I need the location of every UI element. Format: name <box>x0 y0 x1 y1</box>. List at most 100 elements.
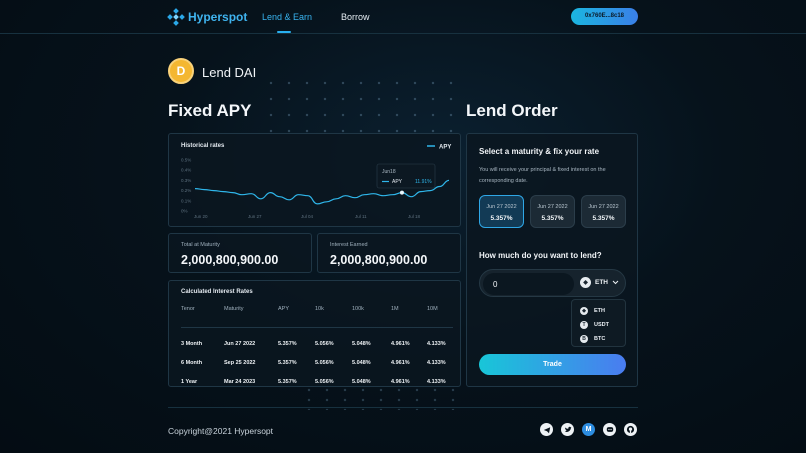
legend-label-apy: APY <box>439 145 451 151</box>
medium-icon[interactable]: M <box>582 423 595 436</box>
nav-borrow[interactable]: Borrow <box>341 12 370 22</box>
active-nav-indicator <box>277 31 291 33</box>
tooltip-value: 11.91% <box>415 179 432 185</box>
cell: 5.048% <box>352 378 371 385</box>
maturity-rate: 5.357% <box>490 215 513 222</box>
x-tick-label: Jul 04 <box>301 214 314 219</box>
coin-option-eth[interactable]: ◆ ETH <box>580 307 605 315</box>
cell: 4.961% <box>391 340 410 347</box>
table-row: 1 Year Mar 24 2023 5.357% 5.056% 5.048% … <box>181 372 453 391</box>
selected-coin: ETH <box>595 279 608 286</box>
calculated-interest-rates-card: Calculated Interest Rates Tenor Maturity… <box>168 280 461 387</box>
x-tick-label: Jun 27 <box>248 214 262 219</box>
coin-option-label: BTC <box>594 336 606 342</box>
tooltip-label: APY <box>392 179 403 185</box>
y-axis-ticks: 0.5% 0.4% 0.3% 0.2% 0.1% 0% <box>181 158 191 214</box>
telegram-icon[interactable] <box>540 423 553 436</box>
amount-field-wrapper: ◆ ETH <box>479 269 626 297</box>
nav-lend-earn[interactable]: Lend & Earn <box>262 12 312 22</box>
cell: 4.133% <box>427 378 446 385</box>
github-icon[interactable] <box>624 423 637 436</box>
coin-option-label: USDT <box>594 322 609 328</box>
discord-icon[interactable] <box>603 423 616 436</box>
y-tick-label: 0% <box>181 209 188 214</box>
maturity-date: Jun 27 2022 <box>486 204 517 210</box>
maturity-option-1[interactable]: Jun 27 2022 5.357% <box>479 195 524 228</box>
social-links: M <box>540 423 637 436</box>
lend-amount-question: How much do you want to lend? <box>479 251 602 260</box>
table-row: 6 Month Sep 25 2022 5.357% 5.056% 5.048%… <box>181 353 453 372</box>
maturity-rate: 5.357% <box>541 215 564 222</box>
y-tick-label: 0.4% <box>181 168 191 173</box>
usdt-icon: T <box>580 321 588 329</box>
cell: 5.056% <box>315 378 334 385</box>
maturity-option-3[interactable]: Jun 27 2022 5.357% <box>581 195 626 228</box>
cell: 5.357% <box>278 340 297 347</box>
maturity-rate: 5.357% <box>592 215 615 222</box>
col-header: 1M <box>391 306 399 312</box>
trade-button[interactable]: Trade <box>479 354 626 375</box>
cell: 4.961% <box>391 359 410 366</box>
table-row: 3 Month Jun 27 2022 5.357% 5.056% 5.048%… <box>181 327 453 353</box>
x-tick-label: Jul 18 <box>408 214 421 219</box>
twitter-icon[interactable] <box>561 423 574 436</box>
x-tick-label: Jun 20 <box>194 214 208 219</box>
cell: Sep 25 2022 <box>224 359 256 366</box>
lend-order-title: Lend Order <box>466 101 558 120</box>
x-tick-label: Jul 11 <box>355 214 367 219</box>
interest-earned-card: Interest Earned 2,000,800,900.00 <box>317 233 461 273</box>
x-axis-ticks: Jun 20 Jun 27 Jul 04 Jul 11 Jul 18 <box>194 214 421 219</box>
col-header: 100k <box>352 306 364 312</box>
tooltip-date: Jun18 <box>382 169 396 175</box>
brand-logo[interactable]: Hyperspot <box>167 8 248 26</box>
col-header: 10k <box>315 306 324 312</box>
cell: 5.056% <box>315 359 334 366</box>
cell: 6 Month <box>181 359 203 366</box>
cell: 5.357% <box>278 378 297 385</box>
copyright-text: Copyright@2021 Hypersopt <box>168 426 274 436</box>
col-header: 10M <box>427 306 438 312</box>
rates-table: Tenor Maturity APY 10k 100k 1M 10M 3 Mon… <box>181 301 453 391</box>
total-at-maturity-value: 2,000,800,900.00 <box>181 253 279 267</box>
col-header: Maturity <box>224 306 244 312</box>
interest-earned-value: 2,000,800,900.00 <box>330 253 428 267</box>
cell: 5.357% <box>278 359 297 366</box>
maturity-date: Jun 27 2022 <box>588 204 619 210</box>
eth-icon: ◆ <box>580 307 588 315</box>
maturity-date: Jun 27 2022 <box>537 204 568 210</box>
cell: 4.133% <box>427 340 446 347</box>
coin-option-usdt[interactable]: T USDT <box>580 321 609 329</box>
page-title: Lend DAI <box>202 65 257 80</box>
maturity-option-2[interactable]: Jun 27 2022 5.357% <box>530 195 575 228</box>
total-at-maturity-label: Total at Maturity <box>181 242 220 248</box>
top-bar: Hyperspot Lend & Earn Borrow 0x760E...8c… <box>0 0 806 34</box>
cell: 5.056% <box>315 340 334 347</box>
y-tick-label: 0.2% <box>181 188 191 193</box>
coin-option-label: ETH <box>594 308 605 314</box>
cell: 1 Year <box>181 378 198 385</box>
chart-tooltip: Jun18 APY 11.91% <box>376 163 436 189</box>
y-tick-label: 0.1% <box>181 198 191 203</box>
dai-token-icon: D <box>168 58 194 84</box>
rates-title: Calculated Interest Rates <box>181 289 253 295</box>
hover-point-marker <box>399 190 404 195</box>
brand-name: Hyperspot <box>188 10 248 24</box>
wallet-address-button[interactable]: 0x760E...8c18 <box>571 8 638 25</box>
coin-selector[interactable]: ◆ ETH <box>580 277 619 288</box>
btc-icon: B <box>580 335 588 343</box>
cell: 5.048% <box>352 359 371 366</box>
maturity-description: You will receive your principal & fixed … <box>479 167 606 184</box>
cell: 5.048% <box>352 340 371 347</box>
y-tick-label: 0.5% <box>181 158 191 163</box>
cell: 3 Month <box>181 340 203 347</box>
cell: 4.961% <box>391 378 410 385</box>
fixed-apy-title: Fixed APY <box>168 101 252 120</box>
cell: Mar 24 2023 <box>224 378 256 385</box>
coin-option-btc[interactable]: B BTC <box>580 335 605 343</box>
maturity-heading: Select a maturity & fix your rate <box>479 147 600 156</box>
interest-earned-label: Interest Earned <box>330 242 368 248</box>
y-tick-label: 0.3% <box>181 178 191 183</box>
col-header: APY <box>278 306 290 312</box>
cell: Jun 27 2022 <box>224 340 256 347</box>
lend-amount-input[interactable] <box>483 273 574 295</box>
